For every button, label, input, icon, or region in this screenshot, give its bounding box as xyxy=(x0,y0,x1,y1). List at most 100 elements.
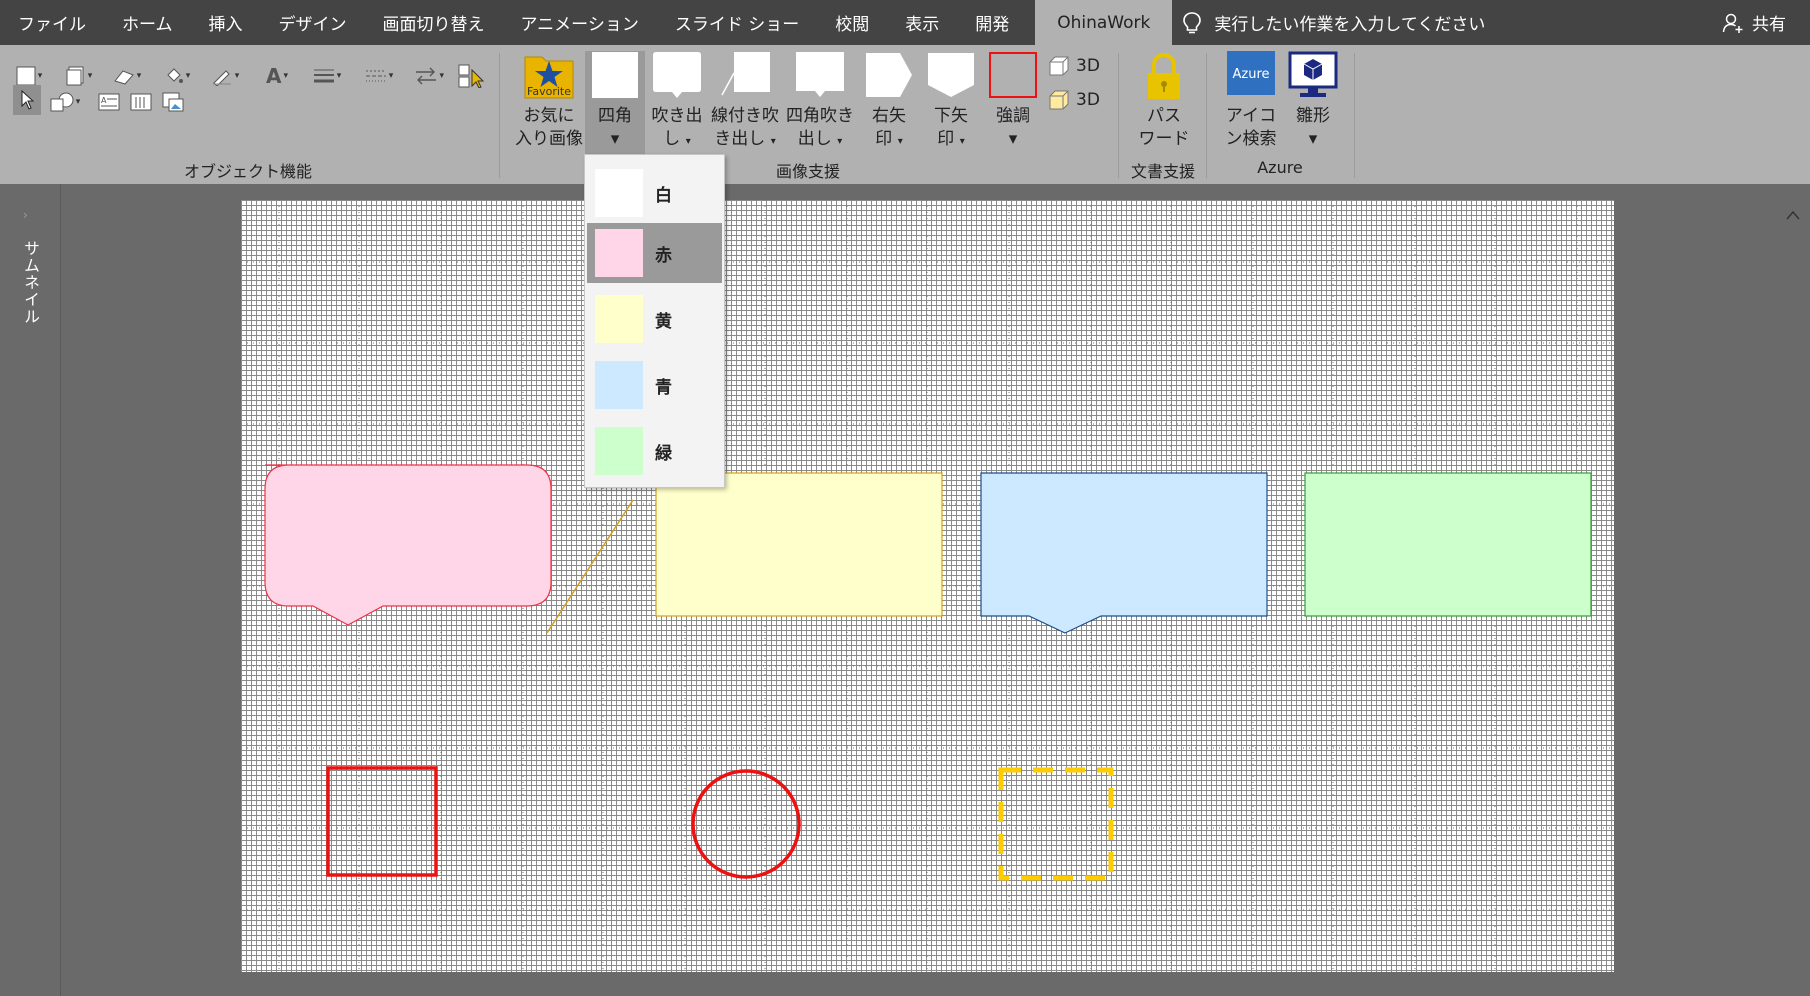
favorite-folder-icon: Favorite xyxy=(524,56,574,99)
tab-ohinawork[interactable]: OhinaWork xyxy=(1035,0,1173,45)
dash-style-icon xyxy=(365,70,386,82)
dropdown-label-yellow: 黄 xyxy=(655,311,672,332)
yellow-dashed-square-shape[interactable] xyxy=(998,767,1114,881)
pink-callout-shape[interactable] xyxy=(264,464,552,626)
yellow-rectangle-shape[interactable] xyxy=(655,472,943,617)
line-callout-label-2: き出し ▾ xyxy=(714,128,775,153)
share-button[interactable]: 共有 xyxy=(1722,0,1786,45)
3d-label-1: 3D xyxy=(1076,56,1100,76)
select-tool[interactable] xyxy=(13,85,41,115)
square-callout-shape-icon xyxy=(796,52,844,97)
green-rectangle-shape[interactable] xyxy=(1304,472,1592,617)
down-arrow-button[interactable]: 下矢 印 ▾ xyxy=(924,51,978,153)
emphasis-button[interactable]: 強調 ▾ xyxy=(986,51,1040,151)
vertical-text-tool[interactable] xyxy=(126,89,156,115)
picture-icon xyxy=(162,92,184,112)
chevron-right-icon[interactable]: › xyxy=(23,208,28,222)
swatch-blue xyxy=(595,361,643,409)
chevron-down-icon: ▾ xyxy=(837,136,843,147)
icon-search-button[interactable]: Azure アイコ ン検索 xyxy=(1220,51,1282,151)
line-weight-tool[interactable]: ▾ xyxy=(312,63,342,89)
favorite-label-2: 入り画像 xyxy=(515,129,583,149)
ribbon: ▾ ▾ ▾ ▾ ▾ A ▾ ▾ ▾ ▾ ▾ A オブジェクト機能 Favorit… xyxy=(0,45,1810,220)
tab-animations[interactable]: アニメーション xyxy=(503,0,657,45)
chevron-down-icon: ▾ xyxy=(685,136,691,147)
group-label-image: 画像支援 xyxy=(775,162,841,181)
right-arrow-label-2-text: 印 xyxy=(875,129,893,149)
line-callout-button[interactable]: 線付き吹 き出し ▾ xyxy=(710,51,780,153)
dropdown-item-red[interactable]: 赤 xyxy=(587,223,722,283)
eraser-icon xyxy=(113,70,134,85)
tab-slideshow[interactable]: スライド ショー xyxy=(657,0,817,45)
eraser-tool[interactable]: ▾ xyxy=(112,63,142,89)
tell-me-box[interactable]: 実行したい作業を入力してください xyxy=(1182,0,1485,45)
group-separator xyxy=(1354,53,1355,178)
dropdown-item-white[interactable]: 白 xyxy=(587,163,722,223)
font-tool[interactable]: A ▾ xyxy=(262,63,292,89)
menu-bar: ファイル ホーム 挿入 デザイン 画面切り替え アニメーション スライド ショー… xyxy=(0,0,1810,45)
chevron-down-icon: ▾ xyxy=(959,136,965,147)
red-circle-shape[interactable] xyxy=(691,769,801,879)
tab-review[interactable]: 校閲 xyxy=(817,0,887,45)
3d-box-button-2[interactable]: 3D xyxy=(1048,89,1100,111)
favorite-images-button[interactable]: Favorite お気に 入り画像 xyxy=(515,51,583,151)
template-button[interactable]: 雛形 ▾ xyxy=(1288,51,1338,151)
right-arrow-shape-icon xyxy=(866,53,912,97)
3d-box-button-1[interactable]: 3D xyxy=(1048,55,1100,77)
tab-design[interactable]: デザイン xyxy=(261,0,365,45)
tab-file[interactable]: ファイル xyxy=(0,0,104,45)
3d-box-yellow-icon xyxy=(1049,90,1069,110)
tab-view[interactable]: 表示 xyxy=(887,0,957,45)
right-arrow-button[interactable]: 右矢 印 ▾ xyxy=(862,51,916,153)
callout-button[interactable]: 吹き出 し ▾ xyxy=(648,51,706,153)
slide-canvas[interactable] xyxy=(241,200,1614,972)
square-button[interactable]: 四角 ▾ xyxy=(585,51,645,161)
pointer-icon xyxy=(21,90,34,110)
group-label-object: オブジェクト機能 xyxy=(183,162,313,181)
shape-tool[interactable]: ▾ xyxy=(46,89,84,115)
tab-transitions[interactable]: 画面切り替え xyxy=(365,0,503,45)
icon-search-label-1: アイコ xyxy=(1225,106,1277,126)
swatch-green xyxy=(595,427,643,475)
copy-tool[interactable]: ▾ xyxy=(64,63,94,89)
paint-bucket-icon xyxy=(167,68,183,83)
monitor-cube-icon xyxy=(1288,51,1338,97)
emphasis-frame-icon xyxy=(989,52,1037,98)
pen-tool[interactable]: ▾ xyxy=(210,63,240,89)
picture-tool[interactable] xyxy=(158,89,188,115)
select-pane-tool[interactable] xyxy=(456,63,486,89)
dash-style-tool[interactable]: ▾ xyxy=(364,63,394,89)
shapes-icon xyxy=(50,92,74,112)
dropdown-item-green[interactable]: 緑 xyxy=(587,421,722,481)
red-square-shape[interactable] xyxy=(326,766,438,877)
blue-callout-shape[interactable] xyxy=(980,472,1268,634)
password-button[interactable]: パス ワード xyxy=(1134,51,1194,151)
square-callout-button[interactable]: 四角吹き 出し ▾ xyxy=(784,51,856,153)
text-box-tool[interactable]: A xyxy=(94,89,124,115)
dropdown-item-yellow[interactable]: 黄 xyxy=(587,289,722,349)
dropdown-item-blue[interactable]: 青 xyxy=(587,355,722,415)
tab-home[interactable]: ホーム xyxy=(104,0,191,45)
dropdown-label-green: 緑 xyxy=(655,443,672,464)
person-add-icon xyxy=(1722,13,1743,33)
share-label: 共有 xyxy=(1752,15,1786,35)
cursor-select-icon xyxy=(458,64,484,88)
line-callout-leader[interactable] xyxy=(546,499,634,634)
swatch-red xyxy=(595,229,643,277)
down-arrow-label-1: 下矢 xyxy=(934,106,968,126)
favorite-label-1: お気に xyxy=(523,106,575,126)
thumbnail-label: サムネイル xyxy=(21,240,40,325)
password-label-1: パス xyxy=(1147,106,1181,126)
collapse-ribbon-icon[interactable] xyxy=(1786,208,1800,224)
right-arrow-label-1: 右矢 xyxy=(872,106,906,126)
arrow-style-tool[interactable]: ▾ xyxy=(414,63,444,89)
down-arrow-label-2: 印 ▾ xyxy=(937,128,964,153)
text-box-icon: A xyxy=(98,93,120,111)
tell-me-text: 実行したい作業を入力してください xyxy=(1214,15,1486,35)
fill-color-tool[interactable]: ▾ xyxy=(162,63,192,89)
square-callout-label-1: 四角吹き xyxy=(786,106,854,126)
line-weight-icon xyxy=(313,69,334,83)
tab-insert[interactable]: 挿入 xyxy=(191,0,261,45)
tab-developer[interactable]: 開発 xyxy=(957,0,1027,45)
callout-shape-icon xyxy=(653,52,701,98)
